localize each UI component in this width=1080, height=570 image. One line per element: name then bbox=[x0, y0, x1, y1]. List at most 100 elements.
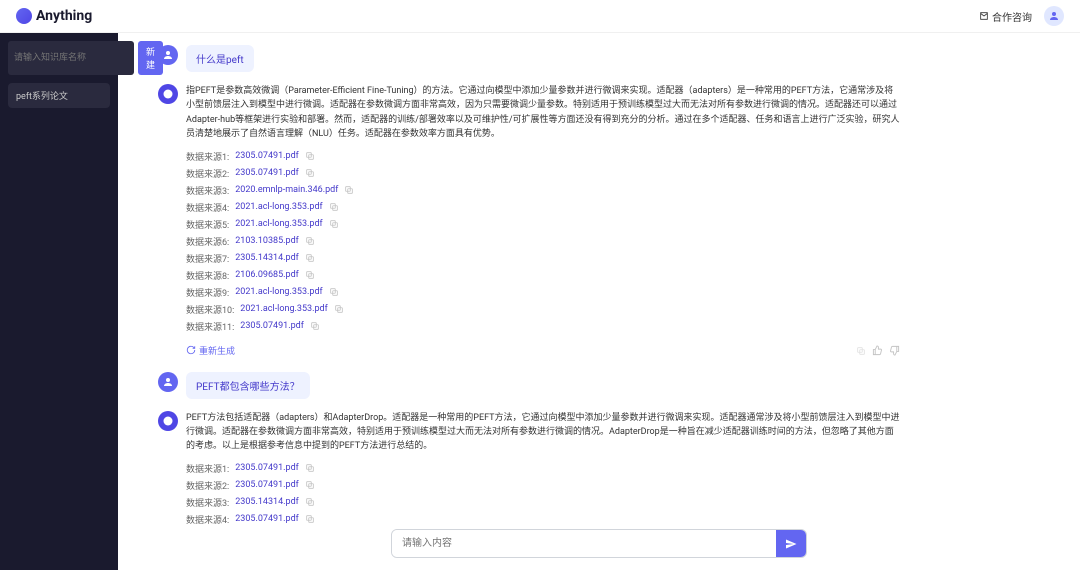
source-row: 数据来源1: 2305.07491.pdf bbox=[186, 462, 900, 475]
copy-icon[interactable] bbox=[856, 346, 866, 356]
source-label: 数据来源4: bbox=[186, 201, 229, 214]
source-file-link[interactable]: 2305.07491.pdf bbox=[235, 480, 299, 490]
thumbs-up-icon[interactable] bbox=[872, 341, 883, 360]
source-file-link[interactable]: 2305.14314.pdf bbox=[235, 253, 299, 263]
copy-response-icon[interactable] bbox=[856, 341, 866, 360]
source-file-link[interactable]: 2305.07491.pdf bbox=[235, 463, 299, 473]
app-logo[interactable]: Anything bbox=[16, 8, 92, 24]
source-label: 数据来源11: bbox=[186, 320, 234, 333]
bot-icon bbox=[162, 88, 174, 100]
sidebar-item-kb[interactable]: peft系列论文 bbox=[8, 83, 110, 108]
user-msg-avatar bbox=[158, 372, 178, 392]
send-button[interactable] bbox=[776, 530, 806, 557]
feedback-actions bbox=[856, 341, 900, 360]
source-label: 数据来源1: bbox=[186, 462, 229, 475]
source-row: 数据来源5: 2021.acl-long.353.pdf bbox=[186, 218, 900, 231]
source-file-link[interactable]: 2305.14314.pdf bbox=[235, 497, 299, 507]
bot-msg-avatar bbox=[158, 84, 178, 104]
copy-icon[interactable] bbox=[305, 236, 315, 246]
regenerate-button[interactable]: 重新生成 bbox=[186, 344, 235, 357]
source-row: 数据来源2:2305.07491.pdf bbox=[186, 167, 900, 180]
copy-icon[interactable] bbox=[344, 185, 354, 195]
source-row: 数据来源3: 2020.emnlp-main.346.pdf bbox=[186, 184, 900, 197]
user-avatar[interactable] bbox=[1044, 6, 1064, 26]
copy-icon[interactable] bbox=[305, 270, 315, 280]
mail-icon bbox=[979, 11, 989, 21]
user-message-bubble: PEFT都包含哪些方法？ bbox=[186, 372, 310, 399]
source-row: 数据来源4: 2021.acl-long.353.pdf bbox=[186, 201, 900, 214]
source-row: 数据来源2:2305.07491.pdf bbox=[186, 479, 900, 492]
copy-icon[interactable] bbox=[329, 219, 339, 229]
sidebar: 新建 peft系列论文 bbox=[0, 33, 118, 570]
app-header: Anything 合作咨询 bbox=[0, 0, 1080, 33]
source-label: 数据来源3: bbox=[186, 496, 229, 509]
main-layout: 新建 peft系列论文 什么是peft 指PEFT是参数高效微调（Paramete… bbox=[0, 33, 1080, 570]
copy-icon[interactable] bbox=[329, 202, 339, 212]
copy-icon[interactable] bbox=[305, 253, 315, 263]
source-file-link[interactable]: 2106.09685.pdf bbox=[235, 270, 299, 280]
message-row: 指PEFT是参数高效微调（Parameter-Efficient Fine-Tu… bbox=[158, 84, 900, 360]
source-row: 数据来源1: 2305.07491.pdf bbox=[186, 150, 900, 163]
user-message-bubble: 什么是peft bbox=[186, 45, 254, 72]
thumbs-down-icon[interactable] bbox=[889, 341, 900, 360]
logo-icon bbox=[16, 8, 32, 24]
source-file-link[interactable]: 2305.07491.pdf bbox=[235, 151, 299, 161]
chat-scroll-area: 什么是peft 指PEFT是参数高效微调（Parameter-Efficient … bbox=[118, 33, 1080, 570]
source-row: 数据来源9: 2021.acl-long.353.pdf bbox=[186, 286, 900, 299]
source-label: 数据来源6: bbox=[186, 235, 229, 248]
source-row: 数据来源10: 2021.acl-long.353.pdf bbox=[186, 303, 900, 316]
source-row: 数据来源7:2305.14314.pdf bbox=[186, 252, 900, 265]
message-row: 什么是peft bbox=[158, 45, 900, 72]
source-label: 数据来源1: bbox=[186, 150, 229, 163]
copy-icon[interactable] bbox=[305, 151, 315, 161]
bot-msg-avatar bbox=[158, 411, 178, 431]
copy-icon[interactable] bbox=[334, 304, 344, 314]
bot-message-text: PEFT方法包括适配器（adapters）和AdapterDrop。适配器是一种… bbox=[186, 411, 900, 454]
partner-link[interactable]: 合作咨询 bbox=[979, 9, 1032, 24]
source-file-link[interactable]: 2305.07491.pdf bbox=[235, 514, 299, 524]
bot-message-content: PEFT方法包括适配器（adapters）和AdapterDrop。适配器是一种… bbox=[186, 411, 900, 530]
source-file-link[interactable]: 2021.acl-long.353.pdf bbox=[240, 304, 327, 314]
copy-icon[interactable] bbox=[305, 480, 315, 490]
source-row: 数据来源4: 2305.07491.pdf bbox=[186, 513, 900, 526]
person-icon bbox=[162, 376, 174, 388]
source-label: 数据来源3: bbox=[186, 184, 229, 197]
copy-icon[interactable] bbox=[305, 463, 315, 473]
bot-icon bbox=[162, 415, 174, 427]
source-file-link[interactable]: 2020.emnlp-main.346.pdf bbox=[235, 185, 338, 195]
copy-icon[interactable] bbox=[305, 514, 315, 524]
source-file-link[interactable]: 2021.acl-long.353.pdf bbox=[235, 202, 322, 212]
copy-icon[interactable] bbox=[310, 321, 320, 331]
user-msg-avatar bbox=[158, 45, 178, 65]
source-file-link[interactable]: 2103.10385.pdf bbox=[235, 236, 299, 246]
source-label: 数据来源5: bbox=[186, 218, 229, 231]
source-file-link[interactable]: 2305.07491.pdf bbox=[240, 321, 304, 331]
source-row: 数据来源6: 2103.10385.pdf bbox=[186, 235, 900, 248]
kb-create-row: 新建 bbox=[8, 41, 110, 75]
source-file-link[interactable]: 2021.acl-long.353.pdf bbox=[235, 287, 322, 297]
source-file-link[interactable]: 2305.07491.pdf bbox=[235, 168, 299, 178]
send-icon bbox=[785, 538, 797, 550]
source-file-link[interactable]: 2021.acl-long.353.pdf bbox=[235, 219, 322, 229]
person-icon bbox=[162, 49, 174, 61]
kb-name-input[interactable] bbox=[8, 41, 134, 75]
source-row: 数据来源11: 2305.07491.pdf bbox=[186, 320, 900, 333]
source-row: 数据来源3: 2305.14314.pdf bbox=[186, 496, 900, 509]
copy-icon[interactable] bbox=[329, 287, 339, 297]
source-label: 数据来源10: bbox=[186, 303, 234, 316]
source-label: 数据来源4: bbox=[186, 513, 229, 526]
message-input-bar bbox=[391, 529, 807, 558]
source-row: 数据来源8: 2106.09685.pdf bbox=[186, 269, 900, 282]
source-label: 数据来源9: bbox=[186, 286, 229, 299]
logo-text: Anything bbox=[36, 8, 92, 24]
source-label: 数据来源8: bbox=[186, 269, 229, 282]
message-input[interactable] bbox=[392, 530, 776, 557]
bot-message-content: 指PEFT是参数高效微调（Parameter-Efficient Fine-Tu… bbox=[186, 84, 900, 360]
person-icon bbox=[1048, 10, 1060, 22]
message-row: PEFT方法包括适配器（adapters）和AdapterDrop。适配器是一种… bbox=[158, 411, 900, 530]
bot-message-text: 指PEFT是参数高效微调（Parameter-Efficient Fine-Tu… bbox=[186, 84, 900, 142]
content-area: 什么是peft 指PEFT是参数高效微调（Parameter-Efficient … bbox=[118, 33, 1080, 570]
message-actions-row: 重新生成 bbox=[186, 341, 900, 360]
copy-icon[interactable] bbox=[305, 168, 315, 178]
copy-icon[interactable] bbox=[305, 497, 315, 507]
